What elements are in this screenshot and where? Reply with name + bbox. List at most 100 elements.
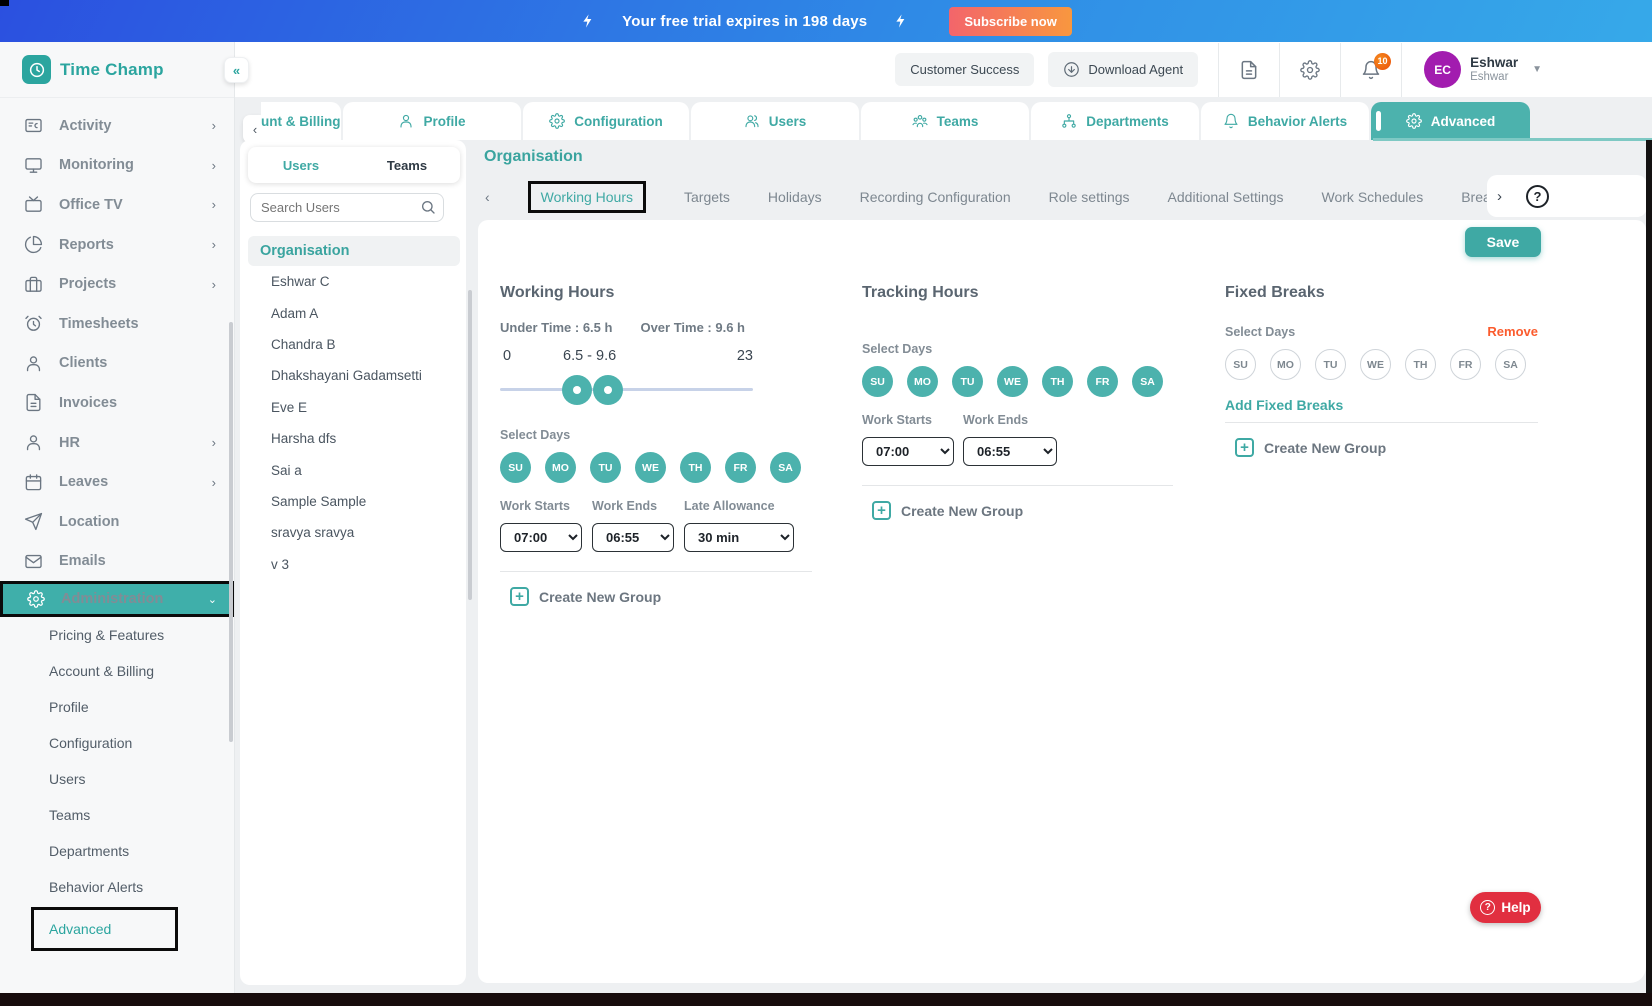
subtab-working-hours[interactable]: Working Hours	[528, 181, 646, 213]
search-users-input[interactable]	[250, 193, 444, 222]
sidebar-item-office-tv[interactable]: Office TV›	[0, 185, 234, 225]
user-list-item[interactable]: Sai a	[240, 454, 466, 485]
working-hours-create-new-group[interactable]: + Create New Group	[500, 581, 812, 606]
work-ends-select[interactable]: 06:55	[592, 523, 674, 552]
slider-handle-under[interactable]	[562, 375, 592, 405]
late-allowance-select[interactable]: 30 min	[684, 523, 794, 552]
sidebar-item-invoices[interactable]: Invoices	[0, 383, 234, 423]
help-button[interactable]: ? Help	[1470, 892, 1541, 923]
slider-handle-over[interactable]	[593, 375, 623, 405]
download-agent-button[interactable]: Download Agent	[1048, 52, 1198, 87]
sidebar-collapse-button[interactable]: «	[224, 57, 249, 83]
user-menu[interactable]: EC Eshwar Eshwar ▼	[1424, 51, 1542, 88]
sidebar-subitem-account-billing[interactable]: Account & Billing	[0, 653, 234, 689]
fixed-breaks-create-new-group[interactable]: + Create New Group	[1225, 432, 1538, 457]
subtab-targets[interactable]: Targets	[684, 189, 730, 205]
day-toggle-sa[interactable]: SA	[1495, 349, 1526, 380]
day-toggle-we[interactable]: WE	[1360, 349, 1391, 380]
subtabs-scroll-left-icon[interactable]: ‹	[485, 189, 490, 205]
sidebar-item-hr[interactable]: HR›	[0, 423, 234, 463]
day-toggle-mo[interactable]: MO	[1270, 349, 1301, 380]
tab-advanced[interactable]: Advanced	[1371, 102, 1530, 140]
day-toggle-su[interactable]: SU	[500, 452, 531, 483]
sidebar-item-timesheets[interactable]: Timesheets	[0, 304, 234, 344]
sidebar-item-leaves[interactable]: Leaves›	[0, 462, 234, 502]
day-toggle-su[interactable]: SU	[862, 366, 893, 397]
day-toggle-fr[interactable]: FR	[1087, 366, 1118, 397]
sidebar-subitem-advanced[interactable]: Advanced	[31, 907, 178, 951]
day-toggle-mo[interactable]: MO	[907, 366, 938, 397]
sidebar-item-monitoring[interactable]: Monitoring›	[0, 146, 234, 186]
customer-success-button[interactable]: Customer Success	[895, 53, 1034, 86]
day-toggle-tu[interactable]: TU	[952, 366, 983, 397]
day-toggle-th[interactable]: TH	[1405, 349, 1436, 380]
user-list-item[interactable]: Harsha dfs	[240, 423, 466, 454]
user-list-item[interactable]: Dhakshayani Gadamsetti	[240, 360, 466, 391]
organisation-group-header[interactable]: Organisation	[248, 236, 460, 266]
sidebar-subitem-behavior-alerts[interactable]: Behavior Alerts	[0, 869, 234, 905]
day-toggle-sa[interactable]: SA	[770, 452, 801, 483]
sidebar-item-emails[interactable]: Emails	[0, 542, 234, 582]
settings-gear-icon[interactable]	[1300, 60, 1320, 80]
save-button[interactable]: Save	[1465, 227, 1541, 257]
user-list-item[interactable]: Eshwar C	[240, 266, 466, 297]
work-starts-select[interactable]: 07:00	[500, 523, 582, 552]
sidebar-scrollbar[interactable]	[229, 322, 233, 742]
help-question-icon[interactable]: ?	[1526, 185, 1549, 208]
day-toggle-fr[interactable]: FR	[1450, 349, 1481, 380]
sidebar-subitem-teams[interactable]: Teams	[0, 797, 234, 833]
day-toggle-su[interactable]: SU	[1225, 349, 1256, 380]
user-list-item[interactable]: Sample Sample	[240, 486, 466, 517]
day-toggle-fr[interactable]: FR	[725, 452, 756, 483]
subtab-role-settings[interactable]: Role settings	[1049, 189, 1130, 205]
tab-users[interactable]: Users	[691, 102, 859, 140]
sidebar-item-clients[interactable]: Clients	[0, 344, 234, 384]
user-list-item[interactable]: v 3	[240, 549, 466, 580]
subtab-additional-settings[interactable]: Additional Settings	[1168, 189, 1284, 205]
subtabs-scroll-right-icon[interactable]: ›	[1497, 188, 1502, 205]
sidebar-subitem-profile[interactable]: Profile	[0, 689, 234, 725]
user-list-item[interactable]: Adam A	[240, 297, 466, 328]
tab-unt-billing[interactable]: unt & Billing	[261, 102, 341, 140]
sidebar-item-location[interactable]: Location	[0, 502, 234, 542]
sidebar-item-administration[interactable]: Administration⌄	[0, 581, 234, 617]
day-toggle-mo[interactable]: MO	[545, 452, 576, 483]
subtab-work-schedules[interactable]: Work Schedules	[1322, 189, 1424, 205]
tracking-hours-create-new-group[interactable]: + Create New Group	[862, 495, 1173, 520]
user-list-item[interactable]: Eve E	[240, 392, 466, 423]
tab-departments[interactable]: Departments	[1031, 102, 1199, 140]
subscribe-now-button[interactable]: Subscribe now	[949, 7, 1071, 36]
toggle-teams[interactable]: Teams	[354, 147, 460, 183]
document-icon[interactable]	[1239, 60, 1259, 80]
user-panel-scrollbar[interactable]	[468, 290, 472, 600]
sidebar-item-activity[interactable]: Activity›	[0, 106, 234, 146]
tab-configuration[interactable]: Configuration	[523, 102, 689, 140]
day-toggle-sa[interactable]: SA	[1132, 366, 1163, 397]
subtab-recording-configuration[interactable]: Recording Configuration	[860, 189, 1011, 205]
remove-link[interactable]: Remove	[1487, 324, 1538, 339]
tracking-work-ends-select[interactable]: 06:55	[963, 437, 1057, 466]
tab-teams[interactable]: Teams	[861, 102, 1029, 140]
sidebar-subitem-configuration[interactable]: Configuration	[0, 725, 234, 761]
tab-behavior-alerts[interactable]: Behavior Alerts	[1201, 102, 1369, 140]
sidebar-subitem-departments[interactable]: Departments	[0, 833, 234, 869]
day-toggle-we[interactable]: WE	[997, 366, 1028, 397]
user-list-item[interactable]: sravya sravya	[240, 517, 466, 548]
sidebar-subitem-users[interactable]: Users	[0, 761, 234, 797]
add-fixed-breaks-link[interactable]: Add Fixed Breaks	[1225, 397, 1538, 413]
day-toggle-th[interactable]: TH	[1042, 366, 1073, 397]
toggle-users[interactable]: Users	[248, 147, 354, 183]
day-toggle-th[interactable]: TH	[680, 452, 711, 483]
sidebar-item-projects[interactable]: Projects›	[0, 264, 234, 304]
day-toggle-we[interactable]: WE	[635, 452, 666, 483]
notifications-bell-icon[interactable]: 10	[1361, 60, 1381, 80]
subtab-holidays[interactable]: Holidays	[768, 189, 822, 205]
tracking-work-starts-select[interactable]: 07:00	[862, 437, 954, 466]
subtab-breaks-con[interactable]: Breaks Con	[1461, 189, 1487, 205]
sidebar-subitem-pricing-features[interactable]: Pricing & Features	[0, 617, 234, 653]
day-toggle-tu[interactable]: TU	[1315, 349, 1346, 380]
sidebar-item-reports[interactable]: Reports›	[0, 225, 234, 265]
tab-profile[interactable]: Profile	[343, 102, 521, 140]
user-list-item[interactable]: Chandra B	[240, 329, 466, 360]
day-toggle-tu[interactable]: TU	[590, 452, 621, 483]
